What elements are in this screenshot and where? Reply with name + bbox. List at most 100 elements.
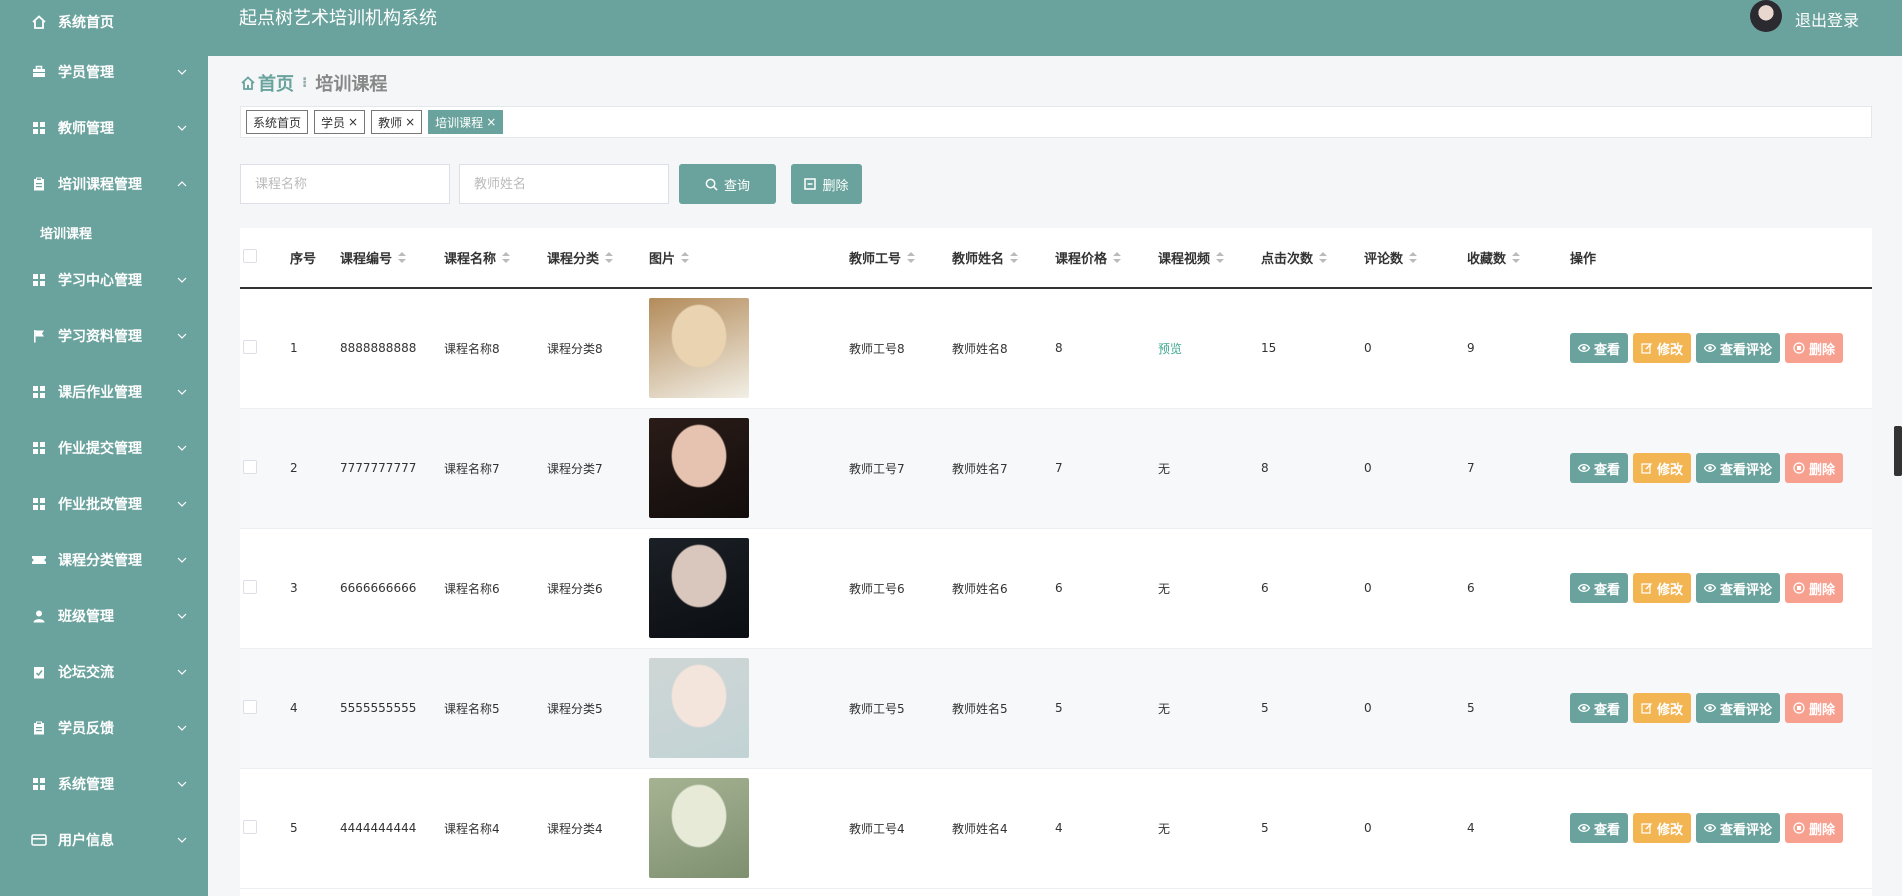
edit-button[interactable]: 修改 bbox=[1633, 453, 1692, 483]
edit-button[interactable]: 修改 bbox=[1633, 813, 1692, 843]
grid-icon bbox=[30, 775, 48, 793]
avatar[interactable] bbox=[1750, 0, 1782, 32]
delete-button[interactable]: 删除 bbox=[1785, 693, 1844, 723]
table-row[interactable]: 5 4444444444 课程名称4 课程分类4 教师工号4 教师姓名4 4 无 5 0 4 查看 修改… bbox=[240, 768, 1872, 889]
sort-icon[interactable] bbox=[1113, 252, 1122, 267]
sidebar-item-label: 班级管理 bbox=[58, 609, 114, 625]
sidebar-item-13[interactable]: 系统管理 bbox=[0, 756, 208, 812]
sidebar-item-0[interactable]: 系统首页 bbox=[0, 0, 208, 44]
row-checkbox[interactable] bbox=[243, 459, 257, 474]
video-preview-link[interactable]: 预览 bbox=[1158, 342, 1182, 356]
table-row[interactable]: 3 6666666666 课程名称6 课程分类6 教师工号6 教师姓名6 6 无 6 0 6 查看 修改… bbox=[240, 528, 1872, 649]
tag-2[interactable]: 教师 × bbox=[371, 110, 423, 134]
view-comments-button[interactable]: 查看评论 bbox=[1696, 333, 1781, 364]
query-button[interactable]: 查询 bbox=[679, 164, 776, 204]
batch-delete-button[interactable]: 删除 bbox=[791, 164, 862, 204]
close-icon[interactable]: × bbox=[348, 115, 358, 129]
teacher-name-input[interactable] bbox=[459, 164, 669, 204]
column-header[interactable]: 教师姓名 bbox=[952, 228, 1055, 289]
column-header[interactable]: 收藏数 bbox=[1467, 228, 1570, 289]
logout-button[interactable]: 退出登录 bbox=[1795, 7, 1859, 31]
column-header[interactable]: 图片 bbox=[649, 228, 849, 289]
tag-label: 系统首页 bbox=[253, 115, 302, 130]
tag-3[interactable]: 培训课程 × bbox=[428, 110, 504, 134]
view-comments-button[interactable]: 查看评论 bbox=[1696, 453, 1781, 483]
sort-icon[interactable] bbox=[907, 252, 916, 267]
delete-button[interactable]: 删除 bbox=[1785, 333, 1844, 364]
sort-icon[interactable] bbox=[681, 252, 690, 267]
sort-icon[interactable] bbox=[1319, 252, 1328, 267]
row-checkbox[interactable] bbox=[243, 579, 257, 594]
sidebar-subitem-training-course[interactable]: 培训课程 bbox=[0, 212, 208, 252]
sidebar-item-7[interactable]: 作业提交管理 bbox=[0, 420, 208, 476]
page-scrollbar[interactable] bbox=[1894, 426, 1902, 476]
view-button[interactable]: 查看 bbox=[1570, 333, 1629, 364]
course-image[interactable] bbox=[649, 778, 749, 878]
sidebar-item-3[interactable]: 培训课程管理 bbox=[0, 156, 208, 212]
tag-0[interactable]: 系统首页 bbox=[246, 110, 309, 134]
row-checkbox[interactable] bbox=[243, 819, 257, 834]
comment-count: 0 bbox=[1364, 408, 1467, 529]
teacher-name: 教师姓名6 bbox=[952, 528, 1055, 649]
edit-button[interactable]: 修改 bbox=[1633, 333, 1692, 364]
column-header[interactable]: 课程编号 bbox=[340, 228, 444, 289]
column-header[interactable]: 课程价格 bbox=[1055, 228, 1158, 289]
course-image[interactable] bbox=[649, 658, 749, 758]
breadcrumb-home[interactable]: 首页 bbox=[240, 70, 294, 96]
sidebar-item-12[interactable]: 学员反馈 bbox=[0, 700, 208, 756]
delete-circle-icon bbox=[1793, 702, 1805, 714]
view-button[interactable]: 查看 bbox=[1570, 573, 1629, 603]
edit-button[interactable]: 修改 bbox=[1633, 693, 1692, 723]
view-button[interactable]: 查看 bbox=[1570, 453, 1629, 483]
sidebar-item-11[interactable]: 论坛交流 bbox=[0, 644, 208, 700]
view-comments-button[interactable]: 查看评论 bbox=[1696, 813, 1781, 843]
sidebar-item-9[interactable]: 课程分类管理 bbox=[0, 532, 208, 588]
column-header[interactable]: 课程名称 bbox=[444, 228, 547, 289]
sort-icon[interactable] bbox=[605, 252, 614, 267]
grid-icon bbox=[30, 439, 48, 457]
view-button[interactable]: 查看 bbox=[1570, 813, 1629, 843]
sort-icon[interactable] bbox=[502, 252, 511, 267]
close-icon[interactable]: × bbox=[405, 115, 415, 129]
view-comments-button[interactable]: 查看评论 bbox=[1696, 573, 1781, 603]
column-header[interactable]: 课程分类 bbox=[547, 228, 649, 289]
course-image[interactable] bbox=[649, 418, 749, 518]
view-comments-button[interactable]: 查看评论 bbox=[1696, 693, 1781, 723]
sidebar-item-14[interactable]: 用户信息 bbox=[0, 812, 208, 868]
select-all-checkbox[interactable] bbox=[243, 248, 257, 263]
course-price: 6 bbox=[1055, 528, 1158, 649]
sidebar-item-6[interactable]: 课后作业管理 bbox=[0, 364, 208, 420]
sidebar-item-4[interactable]: 学习中心管理 bbox=[0, 252, 208, 308]
column-header[interactable]: 课程视频 bbox=[1158, 228, 1261, 289]
column-header[interactable]: 点击次数 bbox=[1261, 228, 1364, 289]
sidebar-item-2[interactable]: 教师管理 bbox=[0, 100, 208, 156]
click-count: 15 bbox=[1261, 288, 1364, 409]
sidebar-item-10[interactable]: 班级管理 bbox=[0, 588, 208, 644]
column-header[interactable]: 评论数 bbox=[1364, 228, 1467, 289]
sidebar-item-8[interactable]: 作业批改管理 bbox=[0, 476, 208, 532]
row-checkbox[interactable] bbox=[243, 339, 257, 354]
course-name-input[interactable] bbox=[240, 164, 450, 204]
close-icon[interactable]: × bbox=[486, 115, 496, 129]
delete-button[interactable]: 删除 bbox=[1785, 573, 1844, 603]
tag-label: 培训课程 bbox=[435, 115, 484, 130]
table-row[interactable]: 2 7777777777 课程名称7 课程分类7 教师工号7 教师姓名7 7 无 8 0 7 查看 修改… bbox=[240, 408, 1872, 529]
delete-button[interactable]: 删除 bbox=[1785, 813, 1844, 843]
edit-button[interactable]: 修改 bbox=[1633, 573, 1692, 603]
column-header[interactable]: 教师工号 bbox=[849, 228, 952, 289]
sort-icon[interactable] bbox=[1216, 252, 1225, 267]
tag-1[interactable]: 学员 × bbox=[314, 110, 366, 134]
course-image[interactable] bbox=[649, 298, 749, 399]
sort-icon[interactable] bbox=[1512, 252, 1521, 267]
view-button[interactable]: 查看 bbox=[1570, 693, 1629, 723]
course-image[interactable] bbox=[649, 538, 749, 638]
delete-button[interactable]: 删除 bbox=[1785, 453, 1844, 483]
table-row[interactable]: 1 8888888888 课程名称8 课程分类8 教师工号8 教师姓名8 8 预览 15 0 9 查看… bbox=[240, 288, 1872, 409]
sort-icon[interactable] bbox=[1010, 252, 1019, 267]
sort-icon[interactable] bbox=[1409, 252, 1418, 267]
row-checkbox[interactable] bbox=[243, 699, 257, 714]
sort-icon[interactable] bbox=[398, 252, 407, 267]
table-row[interactable]: 4 5555555555 课程名称5 课程分类5 教师工号5 教师姓名5 5 无 5 0 5 查看 修改… bbox=[240, 648, 1872, 769]
sidebar-item-5[interactable]: 学习资料管理 bbox=[0, 308, 208, 364]
sidebar-item-1[interactable]: 学员管理 bbox=[0, 44, 208, 100]
